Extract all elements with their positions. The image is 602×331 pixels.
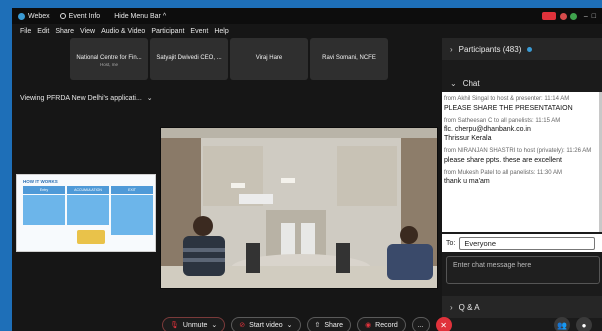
participants-toggle-button[interactable]: 👥 (554, 317, 570, 331)
recipient-select[interactable]: Everyone (459, 236, 596, 250)
minimize-icon[interactable]: – (584, 13, 588, 20)
mic-muted-icon: 🎙 (170, 322, 179, 329)
participant-name: Satyajit Dwivedi CEO, ... (156, 55, 222, 61)
chat-message-text: PLEASE SHARE THE PRESENTATAION (444, 104, 573, 112)
chat-bubble-icon: ● (581, 320, 587, 330)
conference-room-image (161, 128, 437, 288)
chevron-down-icon: ⌄ (450, 78, 457, 88)
start-video-label: Start video (249, 321, 283, 329)
chat-message: from NIRANJAN SHASTRI to host (privately… (444, 148, 600, 165)
participants-label: Participants (483) (458, 44, 522, 54)
chevron-right-icon: › (450, 44, 453, 54)
info-icon (59, 13, 66, 19)
participant-tile[interactable]: National Centre for Fin... Host, me (70, 38, 148, 80)
menu-audio-video[interactable]: Audio & Video (101, 28, 145, 35)
chat-message-text: flc. cherpu@dhanbank.co.in Thrissur Kera… (444, 126, 531, 143)
menu-share[interactable]: Share (55, 28, 74, 35)
slide-panel (67, 195, 109, 225)
maximize-icon[interactable]: □ (592, 13, 596, 20)
record-label: Record (375, 321, 398, 329)
menu-event[interactable]: Event (190, 28, 208, 35)
qa-label: Q & A (458, 302, 480, 312)
menu-bar: File Edit Share View Audio & Video Parti… (12, 25, 442, 37)
slide-title: HOW IT WORKS (23, 179, 58, 184)
avatar-icon[interactable] (559, 12, 567, 20)
participant-name: National Centre for Fin... (76, 55, 142, 61)
slide-column-entry: Entry (23, 186, 65, 194)
chevron-right-icon: › (450, 302, 453, 312)
participant-tile[interactable]: Viraj Hare (230, 38, 308, 80)
unmute-label: Unmute (182, 321, 208, 329)
piggy-bank-graphic (77, 230, 105, 244)
close-icon: ✕ (440, 320, 447, 330)
start-video-button[interactable]: ⊘ Start video ⌄ (231, 317, 301, 331)
viewing-label: Viewing PFRDA New Delhi's applicati... (20, 95, 142, 102)
chat-message-meta: from NIRANJAN SHASTRI to host (privately… (444, 148, 592, 155)
chat-input[interactable]: Enter chat message here (446, 256, 600, 284)
meeting-controls: 🎙 Unmute ⌄ ⊘ Start video ⌄ ⇧ Share ◉ Rec… (162, 316, 458, 331)
chat-message-meta: from Akhil Singal to host & presenter: 1… (444, 96, 570, 102)
slide-panel (23, 195, 65, 225)
participants-header[interactable]: › Participants (483) (442, 38, 602, 60)
slide-column-exit: EXIT (111, 186, 153, 194)
to-label: To: (446, 239, 456, 247)
menu-participant[interactable]: Participant (151, 28, 184, 35)
participant-name: Viraj Hare (255, 55, 283, 61)
unmute-button[interactable]: 🎙 Unmute ⌄ (162, 317, 226, 331)
share-icon: ⇧ (314, 322, 321, 329)
chevron-down-icon: ⌄ (146, 95, 153, 102)
slide-panel (111, 195, 153, 235)
hide-menu-bar-button[interactable]: Hide Menu Bar ^ (114, 13, 166, 20)
right-panel: › Participants (483) ⌄ Chat from Akhil S… (442, 38, 602, 331)
share-label: Share (324, 321, 344, 329)
participants-status-icon (527, 46, 533, 52)
participant-role: Host, me (99, 62, 118, 68)
leave-button[interactable]: ✕ (435, 317, 452, 331)
menu-edit[interactable]: Edit (37, 28, 49, 35)
chat-message-text: thank u ma'am (444, 178, 490, 186)
webex-window: Webex Event Info Hide Menu Bar ^ – □ Fil… (12, 8, 602, 331)
participant-tile[interactable]: Satyajit Dwivedi CEO, ... (150, 38, 228, 80)
menu-view[interactable]: View (80, 28, 95, 35)
chat-messages: from Akhil Singal to host & presenter: 1… (442, 92, 602, 232)
menu-file[interactable]: File (20, 28, 31, 35)
shared-content[interactable]: HOW IT WORKS Entry ACCUMULATION EXIT (16, 174, 156, 252)
record-icon: ◉ (365, 322, 372, 329)
title-bar: Webex Event Info Hide Menu Bar ^ – □ (12, 8, 602, 24)
participant-tile[interactable]: Ravi Somani, NCFE (310, 38, 388, 80)
chat-label: Chat (462, 78, 480, 88)
chat-input-placeholder: Enter chat message here (453, 262, 532, 269)
viewing-share-dropdown[interactable]: Viewing PFRDA New Delhi's applicati... ⌄ (20, 94, 165, 102)
qa-header[interactable]: › Q & A (442, 296, 602, 318)
people-icon: 👥 (557, 320, 567, 330)
chevron-down-icon: ⌄ (211, 322, 218, 329)
chat-recipient-row: To: Everyone (442, 234, 602, 252)
more-options-button[interactable]: ... (411, 317, 430, 331)
slide-column-accumulation: ACCUMULATION (67, 186, 109, 194)
menu-help[interactable]: Help (214, 28, 228, 35)
chat-message-meta: from Mukesh Patel to all panelists: 11:3… (444, 169, 562, 176)
active-speaker-video[interactable] (160, 127, 438, 289)
chat-header[interactable]: ⌄ Chat (442, 72, 602, 94)
chat-message: from Akhil Singal to host & presenter: 1… (444, 96, 600, 113)
participant-name: Ravi Somani, NCFE (322, 55, 376, 61)
recipient-value: Everyone (464, 238, 497, 248)
chat-message: from Satheesan C to all panelists: 11:15… (444, 118, 600, 144)
webex-logo-icon (18, 12, 25, 20)
video-off-icon: ⊘ (239, 322, 246, 329)
chat-message-text: please share ppts. these are excellent (444, 156, 562, 164)
recording-indicator-icon (541, 12, 556, 20)
chat-message: from Mukesh Patel to all panelists: 11:3… (444, 170, 600, 187)
chat-toggle-button[interactable]: ● (576, 317, 592, 331)
status-icon[interactable] (569, 12, 577, 20)
chat-message-meta: from Satheesan C to all panelists: 11:15… (444, 117, 561, 124)
app-name: Webex (18, 12, 50, 20)
more-label: ... (417, 321, 424, 329)
record-button[interactable]: ◉ Record (357, 317, 406, 331)
chevron-down-icon: ⌄ (286, 322, 293, 329)
event-info-button[interactable]: Event Info (59, 13, 100, 20)
share-button[interactable]: ⇧ Share (306, 317, 352, 331)
